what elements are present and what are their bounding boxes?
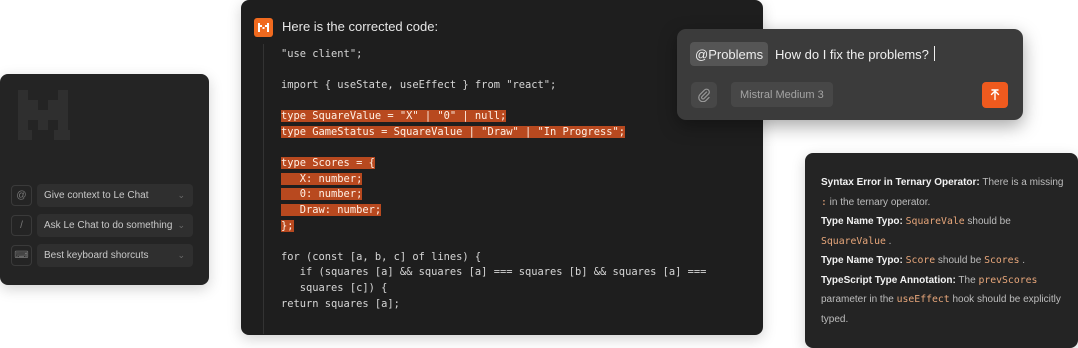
paperclip-icon	[698, 88, 710, 102]
thread-line	[263, 44, 264, 334]
code-snippet: useEffect	[896, 294, 950, 305]
code-line-highlighted: Draw: number;	[281, 203, 382, 216]
code-line: "use client";	[281, 48, 363, 60]
shortcuts-panel: @ Give context to Le Chat ⌄ / Ask Le Cha…	[0, 74, 209, 285]
error-text: .	[885, 235, 892, 247]
error-text: should be	[964, 216, 1011, 227]
code-line: return squares [a];	[281, 297, 400, 310]
mistral-m-icon	[254, 18, 273, 37]
chat-input-text[interactable]: How do I fix the problems?	[775, 46, 935, 62]
error-title: Type Name Typo:	[821, 216, 903, 227]
send-button[interactable]	[982, 82, 1008, 108]
chevron-down-icon: ⌄	[177, 190, 185, 200]
error-title: Syntax Error in Ternary Operator:	[821, 177, 980, 188]
error-text: The	[955, 274, 979, 286]
code-line-highlighted: type SquareValue = "X" | "0" | null;	[281, 110, 507, 123]
shortcut-row-ask[interactable]: / Ask Le Chat to do something ⌄	[11, 214, 193, 237]
problems-explanation-panel: Syntax Error in Ternary Operator: There …	[805, 153, 1078, 348]
error-text: .	[1019, 255, 1026, 266]
item-label: Best keyboard shorcuts	[44, 250, 149, 261]
code-line-highlighted: 0: number;	[281, 188, 363, 201]
code-snippet: Scores	[984, 255, 1020, 266]
code-line-highlighted: X: number;	[281, 172, 363, 185]
code-line: for (const [a, b, c] of lines) {	[281, 250, 482, 263]
error-text: should be	[935, 255, 985, 266]
problems-text: Syntax Error in Ternary Operator: There …	[821, 173, 1065, 329]
shortcut-row-keyboard[interactable]: ⌨ Best keyboard shorcuts ⌄	[11, 244, 193, 267]
code-line-highlighted: };	[281, 219, 294, 232]
chevron-down-icon: ⌄	[177, 220, 185, 230]
give-context-item[interactable]: Give context to Le Chat ⌄	[37, 184, 193, 207]
problems-mention-chip[interactable]: @Problems	[690, 42, 769, 66]
model-selector[interactable]: Mistral Medium 3	[731, 82, 833, 107]
error-title: Type Name Typo:	[821, 255, 903, 266]
code-line: import { useState, useEffect } from "rea…	[281, 79, 557, 92]
error-title: TypeScript Type Annotation:	[821, 274, 956, 286]
code-line-highlighted: type Scores = {	[281, 157, 375, 170]
arrow-up-icon	[990, 89, 1000, 101]
attach-button[interactable]	[691, 82, 717, 108]
response-heading: Here is the corrected code:	[282, 19, 439, 34]
code-line-highlighted: type GameStatus = SquareValue | "Draw" |…	[281, 125, 626, 138]
error-text: in the ternary operator.	[826, 196, 931, 208]
error-text: There is a missing	[979, 177, 1064, 188]
keyboard-shortcuts-item[interactable]: Best keyboard shorcuts ⌄	[37, 244, 193, 267]
chevron-down-icon: ⌄	[177, 250, 185, 260]
item-label: Ask Le Chat to do something	[44, 220, 173, 231]
error-text: parameter in the	[821, 294, 897, 305]
code-line: if (squares [a] && squares [a] === squar…	[281, 266, 707, 279]
code-snippet: Score	[905, 255, 936, 266]
code-block: "use client"; import { useState, useEffec…	[281, 47, 706, 312]
item-label: Give context to Le Chat	[44, 190, 149, 201]
slash-key-icon: /	[11, 215, 32, 236]
question-text: How do I fix the problems?	[775, 47, 929, 62]
text-caret	[933, 46, 935, 61]
chat-input-box[interactable]: @Problems How do I fix the problems? Mis…	[677, 29, 1023, 120]
keyboard-key-icon: ⌨	[11, 245, 32, 266]
code-snippet: SquareValue	[821, 235, 886, 247]
code-line: squares [c]) {	[281, 281, 388, 294]
mistral-logo-icon	[18, 90, 70, 140]
code-snippet: prevScores	[978, 274, 1038, 286]
shortcut-row-context[interactable]: @ Give context to Le Chat ⌄	[11, 184, 193, 207]
ask-le-chat-item[interactable]: Ask Le Chat to do something ⌄	[37, 214, 193, 237]
code-snippet: SquareVale	[905, 216, 965, 227]
at-key-icon: @	[11, 185, 32, 206]
